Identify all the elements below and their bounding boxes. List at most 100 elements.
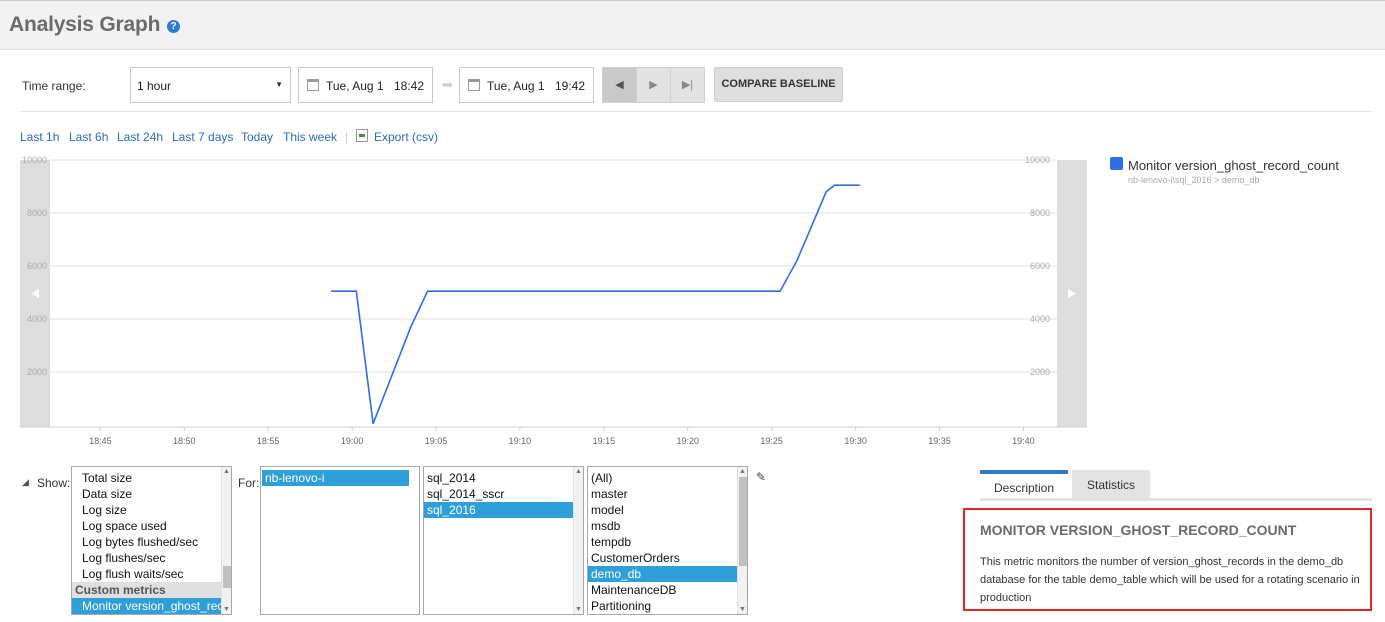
database-option[interactable]: msdb (588, 518, 747, 534)
scroll-thumb[interactable] (223, 566, 231, 588)
compare-baseline-button[interactable]: COMPARE BASELINE (714, 67, 843, 102)
export-csv-link[interactable]: Export (csv) (374, 130, 438, 144)
database-option[interactable]: tempdb (588, 534, 747, 550)
time-range-select[interactable]: 1 hour ▼ (130, 67, 291, 103)
calendar-icon (468, 79, 480, 91)
legend-series-name[interactable]: Monitor version_ghost_record_count (1128, 158, 1339, 173)
x-tick-label: 19:20 (677, 436, 700, 446)
caret-down-icon: ▼ (275, 80, 283, 89)
y-tick-label-left: 2000 (27, 367, 47, 377)
metric-title: MONITOR VERSION_GHOST_RECORD_COUNT (980, 522, 1297, 538)
metric-option[interactable]: Data size (72, 486, 231, 502)
metric-option[interactable]: Total size (72, 470, 231, 486)
play-back-icon: ◀ (615, 79, 624, 91)
analysis-chart: 2000 2000 4000 4000 6000 6000 8000 8000 10000 100… (0, 150, 1100, 455)
quick-range-today[interactable]: Today (241, 130, 273, 144)
play-forward-icon: ▶ (649, 79, 658, 91)
metric-option[interactable]: Log size (72, 502, 231, 518)
start-date-picker[interactable]: Tue, Aug 1 18:42 (298, 67, 433, 103)
instance-option[interactable]: sql_2014_sscr (424, 486, 583, 502)
database-option[interactable]: master (588, 486, 747, 502)
database-option[interactable]: (All) (588, 470, 747, 486)
instances-scrollbar[interactable]: ▲ ▼ (573, 467, 583, 614)
quick-range-last-7-days[interactable]: Last 7 days (172, 130, 233, 144)
legend-swatch[interactable] (1110, 157, 1123, 170)
scroll-up-icon[interactable]: ▲ (739, 468, 746, 475)
quick-range-last-24h[interactable]: Last 24h (117, 130, 163, 144)
metric-option[interactable]: Log space used (72, 518, 231, 534)
start-date: Tue, Aug 1 (326, 79, 384, 93)
x-tick-label: 18:50 (173, 436, 196, 446)
instances-listbox[interactable]: sql_2014 sql_2014_sscr sql_2016 ▲ ▼ (423, 466, 584, 615)
x-tick-label: 19:25 (760, 436, 783, 446)
database-option-selected[interactable]: demo_db (588, 566, 737, 582)
description-panel: MONITOR VERSION_GHOST_RECORD_COUNT This … (963, 508, 1372, 611)
previous-period-button[interactable]: ◀ (602, 67, 637, 103)
collapse-triangle-icon[interactable]: ◢ (22, 477, 29, 488)
quick-range-last-6h[interactable]: Last 6h (69, 130, 108, 144)
scroll-down-icon[interactable]: ▼ (223, 606, 230, 613)
metric-option[interactable]: Log flushes/sec (72, 550, 231, 566)
x-tick-label: 19:05 (425, 436, 448, 446)
quick-range-this-week[interactable]: This week (283, 130, 337, 144)
y-tick-label-right: 10000 (1025, 155, 1050, 165)
instance-option[interactable]: sql_2014 (424, 470, 583, 486)
y-tick-label-right: 6000 (1030, 261, 1050, 271)
time-range-value: 1 hour (137, 79, 172, 93)
y-tick-label-right: 8000 (1030, 208, 1050, 218)
metric-option[interactable]: Log bytes flushed/sec (72, 534, 231, 550)
latest-period-button[interactable]: ▶| (670, 67, 705, 103)
scroll-up-icon[interactable]: ▲ (223, 468, 230, 475)
skip-end-icon: ▶| (681, 79, 694, 91)
y-tick-label-right: 4000 (1030, 314, 1050, 324)
calendar-icon (307, 79, 319, 91)
quick-range-last-1h[interactable]: Last 1h (20, 130, 59, 144)
next-period-button[interactable]: ▶ (636, 67, 671, 103)
hosts-listbox[interactable]: nb-lenovo-i (260, 466, 420, 615)
metric-option-selected[interactable]: Monitor version_ghost_record_count (72, 598, 221, 614)
tab-description[interactable]: Description (980, 470, 1068, 500)
databases-listbox[interactable]: (All) master model msdb tempdb CustomerO… (587, 466, 748, 615)
database-option[interactable]: Partitioning (588, 598, 747, 614)
x-tick-label: 19:40 (1012, 436, 1035, 446)
x-tick-label: 19:00 (341, 436, 364, 446)
x-tick-label: 19:30 (844, 436, 867, 446)
host-option-selected[interactable]: nb-lenovo-i (262, 470, 409, 486)
y-tick-label-left: 6000 (27, 261, 47, 271)
y-tick-label-left: 4000 (27, 314, 47, 324)
database-option[interactable]: MaintenanceDB (588, 582, 747, 598)
y-tick-label-left: 10000 (22, 155, 47, 165)
show-label: Show: (37, 476, 71, 490)
databases-scrollbar[interactable]: ▲ ▼ (737, 467, 747, 614)
database-option[interactable]: model (588, 502, 747, 518)
x-tick-label: 19:10 (509, 436, 532, 446)
scroll-down-icon[interactable]: ▼ (575, 606, 582, 613)
metric-description: This metric monitors the number of versi… (980, 556, 1360, 604)
x-tick-label: 18:45 (89, 436, 112, 446)
pencil-icon[interactable]: ✎ (756, 470, 766, 484)
separator: | (345, 130, 349, 144)
scroll-down-icon[interactable]: ▼ (739, 606, 746, 613)
legend-series-source: nb-lenovo-i\sql_2016 > demo_db (1128, 175, 1260, 185)
chart-svg: 2000 2000 4000 4000 6000 6000 8000 8000 10000 100… (20, 155, 1087, 446)
metrics-scrollbar[interactable]: ▲ ▼ (221, 467, 231, 614)
question-circle-icon[interactable]: ? (167, 20, 180, 33)
end-date-picker[interactable]: Tue, Aug 1 19:42 (459, 67, 594, 103)
tab-statistics[interactable]: Statistics (1072, 470, 1150, 500)
x-tick-label: 18:55 (257, 436, 280, 446)
x-tick-label: 19:35 (928, 436, 951, 446)
scroll-thumb[interactable] (739, 477, 747, 566)
start-time: 18:42 (393, 79, 424, 93)
metric-option[interactable]: Log flush waits/sec (72, 566, 231, 582)
y-tick-label-left: 8000 (27, 208, 47, 218)
metrics-listbox[interactable]: Total size Data size Log size Log space … (71, 466, 232, 615)
scroll-up-icon[interactable]: ▲ (575, 468, 582, 475)
y-tick-label-right: 2000 (1030, 367, 1050, 377)
time-range-label: Time range: (22, 79, 86, 93)
for-label: For: (238, 476, 260, 490)
instance-option-selected[interactable]: sql_2016 (424, 502, 573, 518)
page-title: Analysis Graph (9, 13, 161, 36)
database-option[interactable]: CustomerOrders (588, 550, 747, 566)
end-date: Tue, Aug 1 (487, 79, 545, 93)
export-icon[interactable] (356, 129, 368, 142)
